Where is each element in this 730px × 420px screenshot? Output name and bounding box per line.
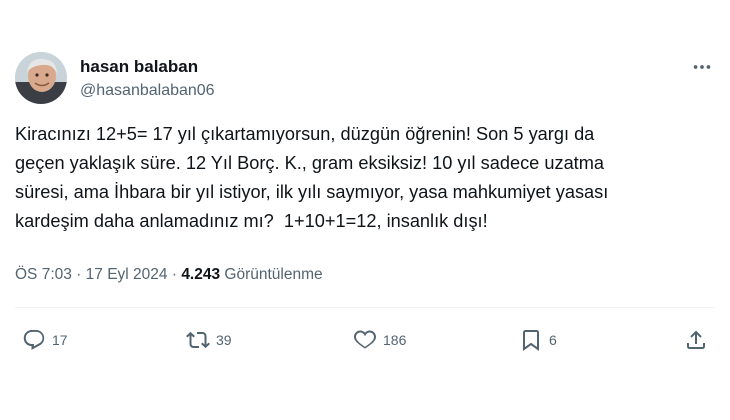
- bookmark-count: 6: [549, 332, 557, 348]
- meta-separator: ·: [167, 266, 182, 283]
- reply-count: 17: [52, 332, 68, 348]
- divider: [15, 307, 715, 308]
- action-bar: 17 39 186 6: [0, 325, 730, 355]
- tweet-text: Kiracınızı 12+5= 17 yıl çıkartamıyorsun,…: [15, 124, 609, 231]
- avatar-image: [15, 52, 67, 104]
- like-icon: [354, 330, 376, 349]
- repost-count: 39: [216, 332, 232, 348]
- more-icon[interactable]: [691, 56, 713, 78]
- reply-icon: [23, 330, 45, 350]
- tweet-time[interactable]: ÖS 7:03: [15, 266, 72, 283]
- reply-button[interactable]: 17: [22, 325, 68, 355]
- handle[interactable]: @hasanbalaban06: [80, 80, 215, 102]
- tweet-meta: ÖS 7:03 · 17 Eyl 2024 · 4.243 Görüntülen…: [15, 264, 323, 286]
- bookmark-button[interactable]: 6: [519, 325, 557, 355]
- author-names: hasan balaban @hasanbalaban06: [80, 56, 215, 102]
- share-button[interactable]: [684, 325, 708, 355]
- tweet-date[interactable]: 17 Eyl 2024: [86, 266, 168, 283]
- display-name[interactable]: hasan balaban: [80, 56, 215, 78]
- like-count: 186: [383, 332, 407, 348]
- bookmark-icon: [523, 330, 539, 351]
- avatar[interactable]: [15, 52, 67, 104]
- views-label: Görüntülenme: [220, 266, 323, 283]
- like-button[interactable]: 186: [353, 325, 406, 355]
- share-icon: [687, 330, 705, 349]
- meta-separator: ·: [71, 266, 86, 283]
- tweet-header: hasan balaban @hasanbalaban06: [15, 52, 715, 108]
- repost-icon: [186, 331, 210, 349]
- views-count: 4.243: [181, 266, 221, 283]
- repost-button[interactable]: 39: [186, 325, 232, 355]
